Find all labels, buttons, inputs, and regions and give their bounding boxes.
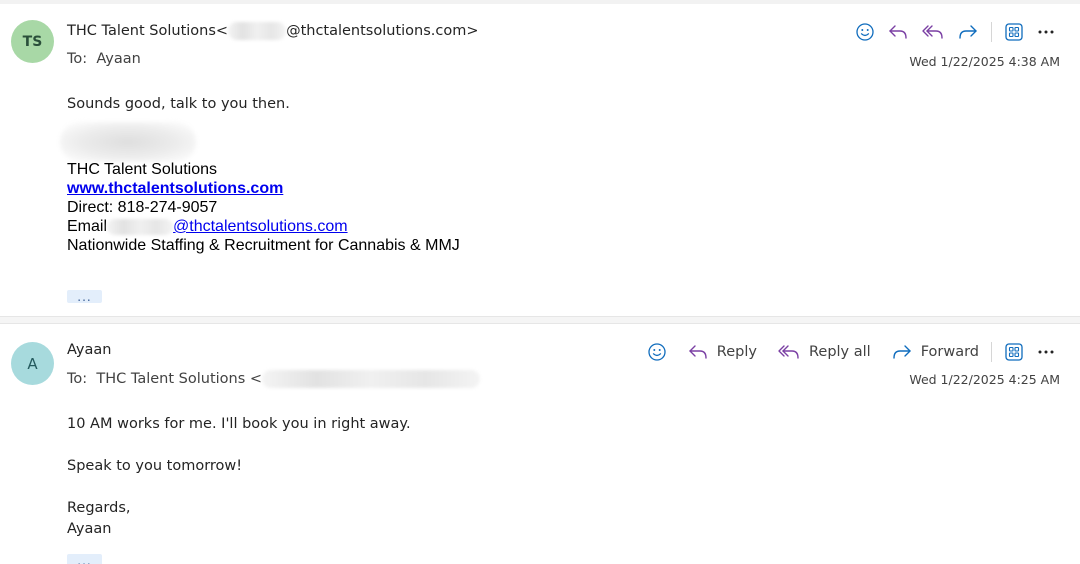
recipient-line: To: Ayaan — [67, 51, 141, 67]
sender-line: Ayaan — [67, 342, 111, 358]
emoji-icon — [648, 343, 666, 361]
email-message-thc: TS THC Talent Solutions< @thctalentsoluti… — [0, 0, 1080, 316]
redacted-email-blur — [228, 22, 287, 40]
signature-email-link[interactable]: @thctalentsolutions.com — [173, 218, 348, 235]
reply-label: Reply — [716, 344, 757, 360]
message-body: Sounds good, talk to you then. — [67, 96, 290, 112]
email-message-ayaan: A Ayaan To: THC Talent Solutions < Reply… — [0, 324, 1080, 564]
sender-email-open: < — [215, 23, 229, 39]
toolbar-divider — [991, 342, 992, 362]
emoji-icon — [856, 23, 874, 41]
sender-email-domain: @thctalentsolutions.com> — [286, 23, 479, 39]
message-date: Wed 1/22/2025 4:38 AM — [909, 54, 1060, 69]
avatar[interactable]: TS — [11, 20, 54, 63]
forward-button[interactable] — [951, 18, 985, 46]
reply-all-button[interactable]: Reply all — [771, 338, 877, 366]
forward-label: Forward — [920, 344, 979, 360]
reply-icon — [889, 25, 907, 39]
reply-icon — [689, 345, 707, 359]
email-signature: THC Talent Solutions www.thctalentsoluti… — [67, 122, 460, 255]
more-icon — [1038, 30, 1054, 34]
body-line: Ayaan — [67, 521, 112, 537]
more-actions-button[interactable] — [1030, 338, 1062, 366]
reply-button[interactable] — [881, 18, 915, 46]
signature-email-prefix: Email — [67, 218, 108, 235]
to-label: To: — [67, 371, 88, 387]
apps-icon — [1005, 343, 1023, 361]
message-actions: Reply Reply all Forward — [641, 338, 1062, 366]
recipient-name[interactable]: THC Talent Solutions < — [96, 371, 262, 387]
apps-button[interactable] — [998, 18, 1030, 46]
emoji-reaction-button[interactable] — [641, 338, 673, 366]
message-body: 10 AM works for me. I'll book you in rig… — [67, 414, 411, 540]
apps-button[interactable] — [998, 338, 1030, 366]
sender-name[interactable]: THC Talent Solutions — [67, 23, 216, 39]
forward-icon — [959, 25, 977, 39]
more-icon — [1038, 350, 1054, 354]
signature-phone: Direct: 818-274-9057 — [67, 199, 218, 216]
more-actions-button[interactable] — [1030, 18, 1062, 46]
recipient-line: To: THC Talent Solutions < — [67, 370, 481, 388]
reply-all-icon — [922, 25, 943, 39]
sender-line: THC Talent Solutions< @thctalentsolutions… — [67, 22, 479, 40]
body-line: Speak to you tomorrow! — [67, 458, 243, 474]
redacted-email-blur — [262, 370, 481, 388]
reply-button[interactable]: Reply — [681, 338, 763, 366]
signature-tagline: Nationwide Staffing & Recruitment for Ca… — [67, 237, 460, 254]
sender-name[interactable]: Ayaan — [67, 342, 111, 358]
show-quoted-text-button[interactable]: ... — [67, 290, 102, 303]
body-line: Regards, — [67, 500, 131, 516]
forward-button[interactable]: Forward — [885, 338, 985, 366]
forward-icon — [892, 345, 911, 359]
to-label: To: — [67, 51, 88, 67]
message-divider — [0, 316, 1080, 324]
show-quoted-text-button[interactable]: ... — [67, 554, 102, 564]
message-actions — [849, 18, 1062, 46]
emoji-reaction-button[interactable] — [849, 18, 881, 46]
apps-icon — [1005, 23, 1023, 41]
reply-all-button[interactable] — [915, 18, 951, 46]
avatar[interactable]: A — [11, 342, 54, 385]
signature-company: THC Talent Solutions — [67, 161, 217, 178]
recipient-name[interactable]: Ayaan — [96, 51, 140, 67]
toolbar-divider — [991, 22, 992, 42]
reply-all-icon — [778, 345, 799, 359]
body-line: 10 AM works for me. I'll book you in rig… — [67, 416, 411, 432]
signature-website-link[interactable]: www.thctalentsolutions.com — [67, 180, 283, 197]
reply-all-label: Reply all — [808, 344, 871, 360]
message-date: Wed 1/22/2025 4:25 AM — [909, 372, 1060, 387]
redacted-email-blur — [107, 218, 174, 235]
